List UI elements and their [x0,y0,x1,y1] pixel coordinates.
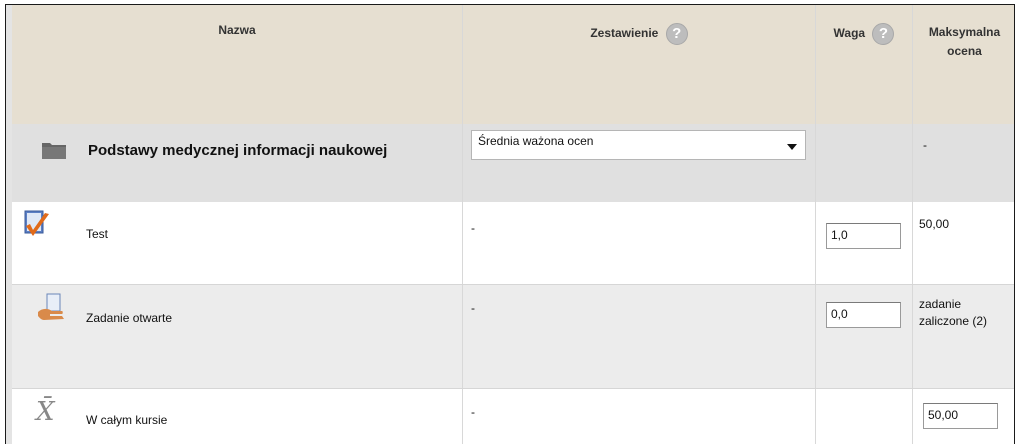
header-weight: Waga ? [816,23,912,45]
item-name: Zadanie otwarte [86,311,173,325]
header-max-grade-line2: ocena [947,44,982,58]
item-max-grade-line2: zaliczone (2) [919,314,988,328]
header-aggregation: Zestawienie ? [463,23,815,45]
item-aggregation: - [471,301,475,315]
header-aggregation-label: Zestawienie [590,26,659,41]
total-name: W całym kursie [86,413,168,427]
aggregation-help-icon[interactable]: ? [665,23,688,45]
row-divider [12,388,1014,389]
assignment-icon [36,292,66,322]
item-name: Test [86,227,109,241]
item-max-grade-line1: zadanie [919,297,962,311]
header-weight-label: Waga [833,26,866,41]
chevron-down-icon [787,144,797,150]
aggregation-select[interactable]: Średnia ważona ocen [471,130,806,160]
total-max-grade-input[interactable]: 50,00 [923,403,998,429]
item-max-grade: zadanie zaliczone (2) [919,296,987,330]
grade-setup-table: Nazwa Zestawienie ? Waga ? Maksymalna oc… [5,4,1015,444]
column-divider [815,5,816,444]
weight-input[interactable]: 0,0 [826,302,901,328]
weight-help-icon[interactable]: ? [872,23,895,45]
item-max-grade: 50,00 [919,217,950,231]
quiz-checkmark-icon [23,209,51,239]
row-divider [12,284,1014,285]
x-bar-mean-icon: X̄ [36,397,55,427]
header-max-grade-line1: Maksymalna [928,25,1001,39]
category-folder-icon [41,140,67,160]
aggregation-select-value: Średnia ważona ocen [478,134,594,148]
weight-input[interactable]: 1,0 [826,223,901,249]
column-divider [912,5,913,444]
category-max-grade: - [923,138,927,152]
header-max-grade: Maksymalna ocena [913,23,1014,61]
table-row [12,285,1014,389]
total-aggregation: - [471,405,475,419]
header-name-label: Nazwa [218,23,256,37]
column-divider [462,5,463,444]
category-name: Podstawy medycznej informacji naukowej [88,142,388,159]
item-aggregation: - [471,221,475,235]
header-name: Nazwa [12,23,462,37]
